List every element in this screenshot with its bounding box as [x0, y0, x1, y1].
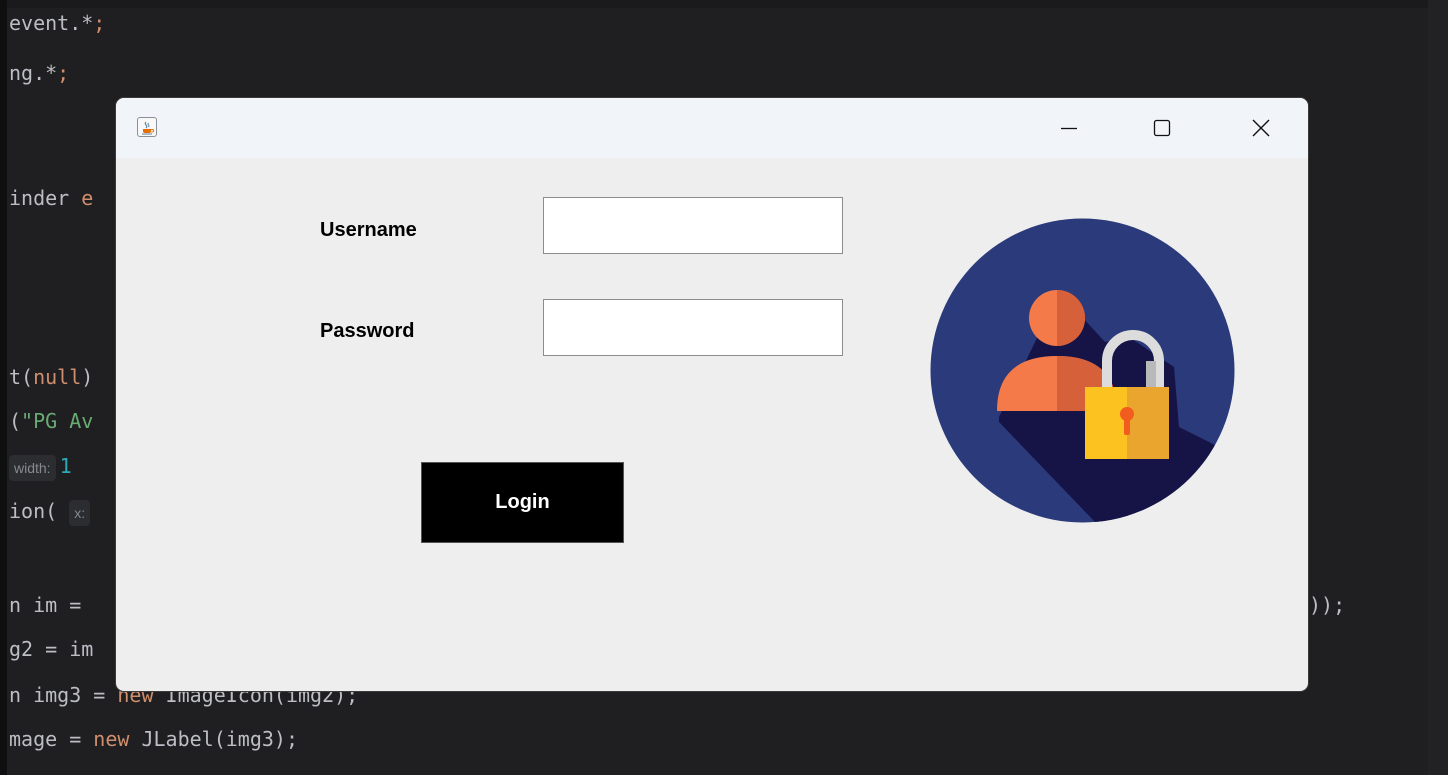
login-button[interactable]: Login [421, 462, 624, 543]
username-label: Username [320, 219, 417, 241]
close-icon [1252, 119, 1270, 137]
code-line: ng.*; [9, 61, 70, 85]
user-lock-icon [929, 217, 1236, 524]
code-line: ("PG Av [9, 409, 94, 433]
window-titlebar[interactable] [116, 98, 1308, 158]
code-line: inder e [9, 186, 94, 210]
code-line: t(null) [9, 365, 94, 389]
username-field[interactable] [543, 197, 843, 254]
code-line-tail: )); [1309, 593, 1346, 617]
close-button[interactable] [1234, 98, 1288, 158]
code-line: mage = new JLabel(img3); [9, 727, 298, 751]
code-line: width: 1 [9, 451, 72, 481]
maximize-button[interactable] [1135, 98, 1189, 158]
code-line: n im = [9, 593, 82, 617]
editor-scrollbar[interactable] [1428, 0, 1448, 775]
inlay-hint: width: [9, 454, 56, 481]
java-cup-icon[interactable] [137, 117, 157, 137]
code-line: g2 = im [9, 637, 94, 661]
login-dialog: Username Password Login [116, 98, 1308, 691]
editor-top-edge [0, 0, 1448, 8]
minimize-button[interactable] [1042, 98, 1096, 158]
code-line: event.*; [9, 11, 106, 35]
password-label: Password [320, 320, 415, 342]
inlay-hint: x: [69, 499, 91, 526]
code-line: ion( x: [9, 496, 94, 526]
maximize-icon [1153, 119, 1171, 137]
minimize-icon [1061, 127, 1077, 130]
password-field[interactable] [543, 299, 843, 356]
editor-gutter [0, 0, 7, 775]
